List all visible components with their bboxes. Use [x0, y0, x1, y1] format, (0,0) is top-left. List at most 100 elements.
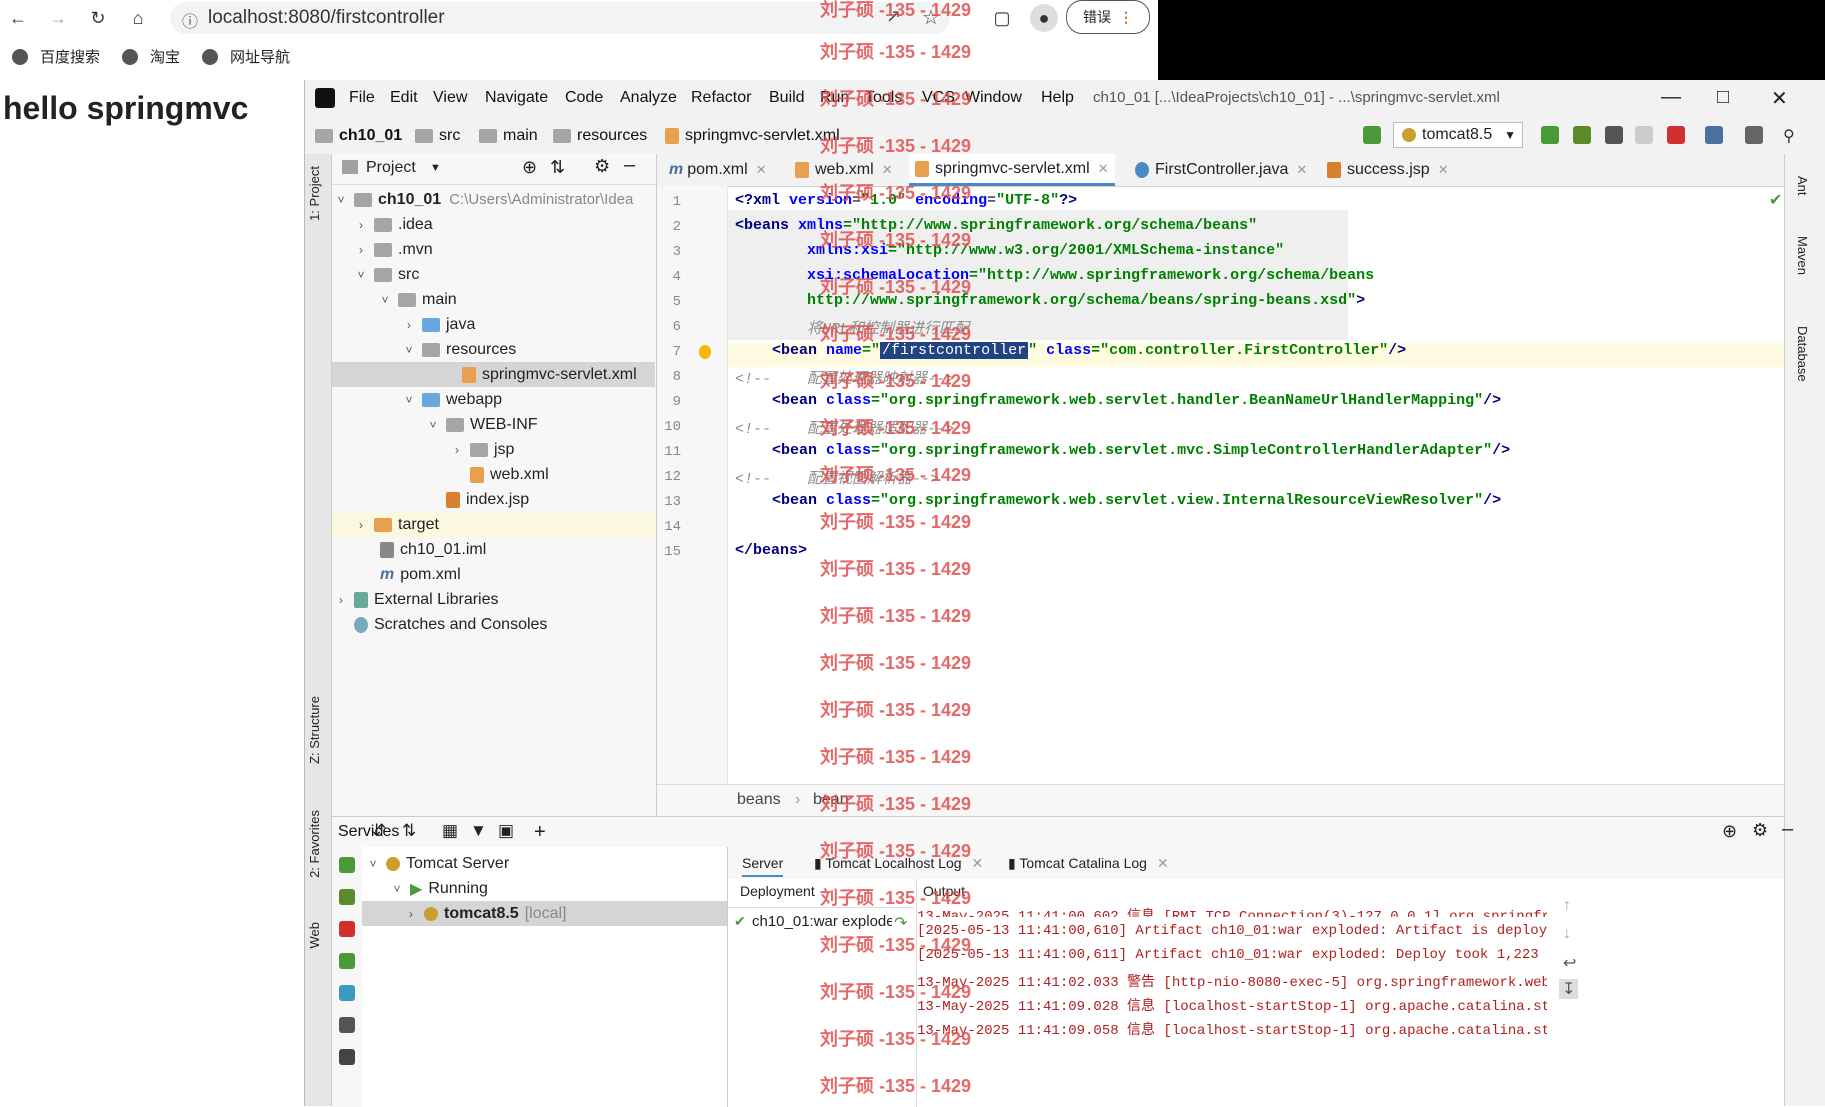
database-tool-tab[interactable]: Database [1795, 326, 1810, 382]
hide-icon[interactable]: – [1782, 818, 1793, 841]
redeploy-icon[interactable]: ↷ [894, 913, 907, 933]
project-view-select[interactable]: Project [366, 159, 416, 177]
menu-window[interactable]: Window [965, 89, 1022, 107]
minimize-icon[interactable]: — [1661, 86, 1681, 109]
rerun-icon[interactable] [339, 857, 355, 873]
project-structure-icon[interactable] [1705, 126, 1723, 144]
artifact-icon[interactable] [339, 985, 355, 1001]
debug-icon[interactable] [339, 889, 355, 905]
code-line-9[interactable]: <bean class="org.springframework.web.ser… [772, 392, 1501, 409]
menu-run[interactable]: Run [820, 89, 849, 107]
error-button[interactable]: 错误 ⋮ [1066, 0, 1150, 34]
bookmark-item[interactable]: 网址导航 [202, 46, 290, 67]
code-line-11[interactable]: <bean class="org.springframework.web.ser… [772, 442, 1510, 459]
code-line-15[interactable]: </beans> [735, 542, 807, 559]
close-icon[interactable]: ✕ [1771, 86, 1788, 111]
maximize-icon[interactable]: □ [1717, 86, 1729, 109]
forward-icon[interactable]: → [46, 6, 70, 30]
menu-navigate[interactable]: Navigate [485, 89, 548, 107]
ant-tool-tab[interactable]: Ant [1795, 176, 1810, 196]
close-tab-icon[interactable]: ✕ [1157, 855, 1169, 871]
soft-wrap-icon[interactable]: ↩ [1563, 953, 1576, 973]
breadcrumb-src[interactable]: src [415, 127, 460, 145]
tree-item[interactable]: web.xml [470, 462, 549, 487]
tree-item[interactable]: › External Libraries [334, 587, 499, 612]
menu-vcs[interactable]: VCS [922, 89, 955, 107]
tab-web-xml[interactable]: web.xml ✕ [789, 154, 899, 186]
code-line-8[interactable]: <!-- 配置处理器映射器--> [735, 367, 954, 388]
breadcrumb-main[interactable]: main [479, 127, 538, 145]
tree-item[interactable]: index.jsp [446, 487, 529, 512]
tree-item[interactable]: Scratches and Consoles [354, 612, 547, 637]
menu-edit[interactable]: Edit [390, 89, 418, 107]
debug-icon[interactable] [1573, 126, 1591, 144]
gear-icon[interactable]: ⚙ [594, 156, 610, 177]
build-hammer-icon[interactable] [1363, 126, 1381, 144]
structure-tool-tab[interactable]: Z: Structure [307, 696, 322, 764]
menu-code[interactable]: Code [565, 89, 603, 107]
breadcrumb-file[interactable]: springmvc-servlet.xml [665, 127, 840, 145]
close-tab-icon[interactable]: ✕ [756, 162, 767, 178]
profile-avatar-icon[interactable]: ● [1030, 4, 1058, 32]
address-bar[interactable]: ⓘ localhost:8080/firstcontroller ↗ ☆ [170, 2, 950, 34]
close-tab-icon[interactable]: ✕ [882, 162, 893, 178]
inspection-ok-icon[interactable]: ✔ [1769, 190, 1782, 210]
scroll-up-icon[interactable]: ↑ [1563, 897, 1571, 915]
tree-item[interactable]: ˅ resources [402, 337, 516, 362]
menu-analyze[interactable]: Analyze [620, 89, 677, 107]
bookmark-item[interactable]: 淘宝 [122, 46, 180, 67]
code-line-7[interactable]: <bean name="/firstcontroller " class="com… [772, 342, 1406, 359]
maven-tool-tab[interactable]: Maven [1795, 236, 1810, 275]
scroll-to-end-icon[interactable]: ↧ [1559, 979, 1579, 999]
close-tab-icon[interactable]: ✕ [1098, 161, 1109, 177]
code-line-4[interactable]: xsi:schemaLocation="http://www.springfra… [807, 267, 1374, 284]
tree-item[interactable]: ˅ ▶ Running [390, 876, 487, 901]
lightbulb-icon[interactable] [699, 345, 711, 359]
stop-icon[interactable] [1667, 126, 1685, 144]
breadcrumb-bean[interactable]: bean [813, 791, 849, 809]
tree-item[interactable]: ch10_01.iml [380, 537, 486, 562]
collapse-all-icon[interactable]: ⇅ [402, 821, 416, 841]
run-config-select[interactable]: tomcat8.5 ▼ [1393, 122, 1523, 148]
menu-file[interactable]: File [349, 89, 375, 107]
close-tab-icon[interactable]: ✕ [1296, 162, 1307, 178]
back-icon[interactable]: ← [6, 6, 30, 30]
collapse-all-icon[interactable]: ⇅ [550, 157, 565, 178]
tab-pom-xml[interactable]: m pom.xml ✕ [663, 154, 773, 186]
deploy-icon[interactable] [339, 953, 355, 969]
tree-item[interactable]: › jsp [450, 437, 514, 462]
tree-item[interactable]: m pom.xml [380, 562, 461, 587]
tree-item[interactable]: › target [332, 512, 655, 537]
site-info-icon[interactable]: ⓘ [182, 8, 198, 32]
reload-icon[interactable]: ↻ [86, 6, 110, 30]
tree-item[interactable]: ˅ webapp [402, 387, 502, 412]
stop-icon[interactable] [339, 921, 355, 937]
menu-view[interactable]: View [433, 89, 467, 107]
search-icon[interactable]: ⚲ [1783, 126, 1801, 145]
bookmark-item[interactable]: 百度搜索 [12, 46, 100, 67]
new-tab-icon[interactable]: ▣ [498, 821, 514, 841]
presentation-icon[interactable] [1745, 126, 1763, 144]
tree-item[interactable]: › .idea [354, 212, 433, 237]
tree-item[interactable]: › java [402, 312, 475, 337]
profile-icon[interactable] [1635, 126, 1653, 144]
tree-item-selected[interactable]: › tomcat8.5 [local] [362, 901, 727, 926]
tab-localhost-log[interactable]: ▮ Tomcat Localhost Log ✕ [814, 855, 983, 872]
tab-firstcontroller-java[interactable]: FirstController.java ✕ [1129, 154, 1313, 186]
tab-server[interactable]: Server [742, 855, 784, 877]
close-tab-icon[interactable]: ✕ [1438, 162, 1449, 178]
breadcrumb-beans[interactable]: beans [737, 791, 781, 809]
scroll-down-icon[interactable]: ↓ [1563, 925, 1571, 943]
locate-icon[interactable]: ⊕ [1722, 821, 1737, 842]
menu-help[interactable]: Help [1041, 89, 1074, 107]
project-tool-tab[interactable]: 1: Project [307, 166, 322, 221]
tree-item[interactable]: › .mvn [354, 237, 433, 262]
code-line-10[interactable]: <!-- 配置处理器适配器--> [735, 417, 954, 438]
menu-build[interactable]: Build [769, 89, 805, 107]
filter-icon[interactable]: ▼ [470, 821, 487, 841]
tree-item[interactable]: ˅ Tomcat Server [366, 851, 509, 876]
locate-icon[interactable]: ⊕ [522, 157, 537, 178]
favorites-tool-tab[interactable]: 2: Favorites [307, 810, 322, 878]
deployment-item[interactable]: ch10_01:war exploded [752, 913, 892, 930]
layout-icon[interactable] [339, 1049, 355, 1065]
